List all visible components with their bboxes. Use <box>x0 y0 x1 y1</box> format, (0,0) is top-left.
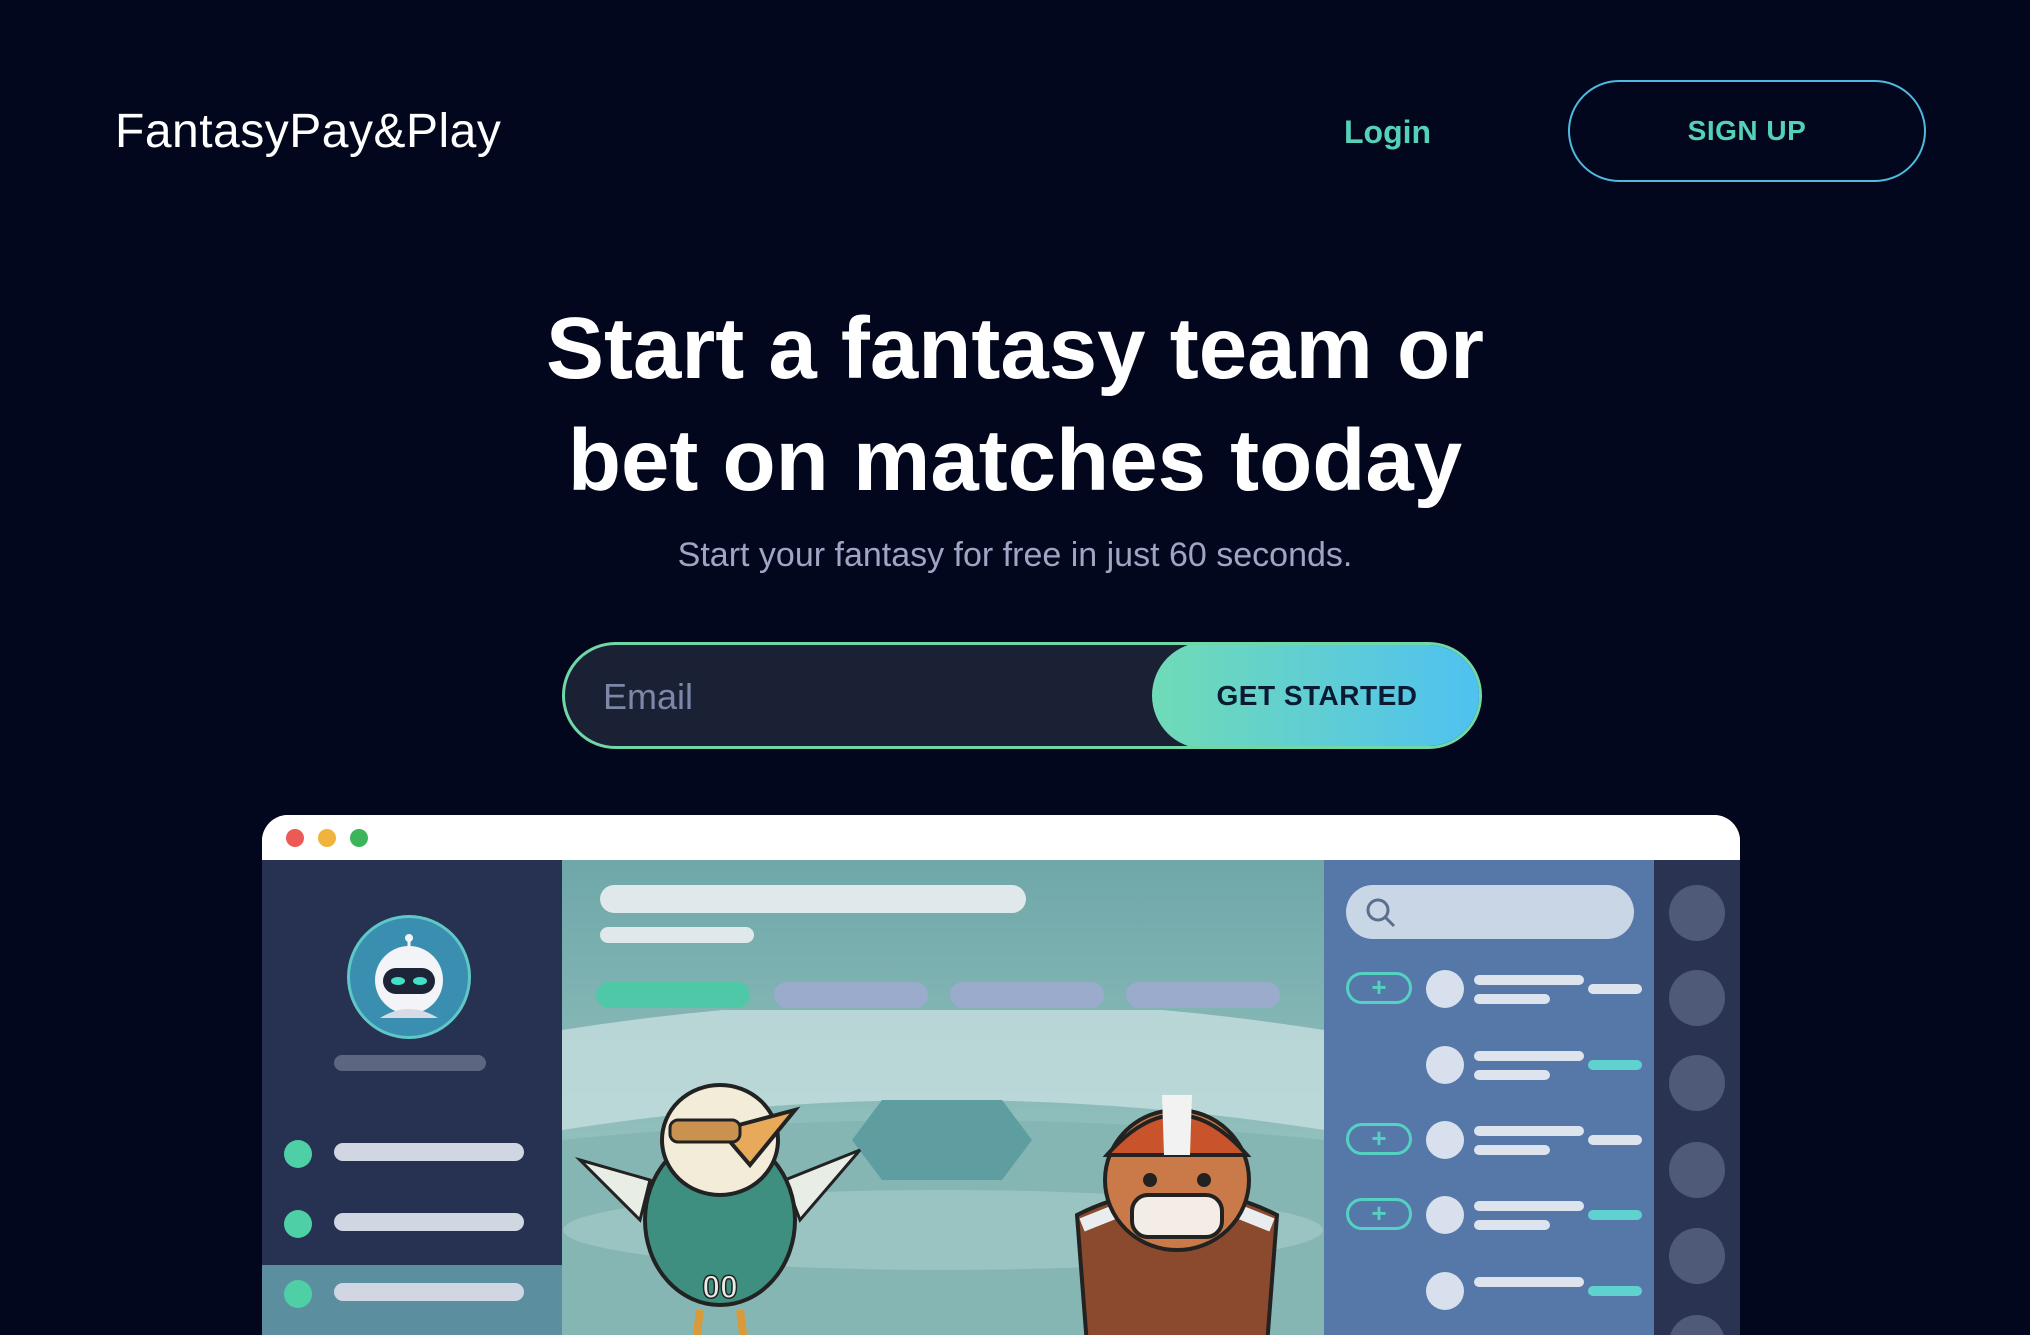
headline-line-2: bet on matches today <box>567 412 1463 509</box>
robot-avatar-icon <box>347 915 471 1039</box>
nav-dot-icon <box>284 1210 312 1238</box>
tab-placeholder <box>774 982 928 1008</box>
close-dot-icon <box>286 829 304 847</box>
row-text <box>1474 975 1584 985</box>
search-icon <box>1366 898 1396 928</box>
row-avatar <box>1426 1196 1464 1234</box>
row-text <box>1474 994 1550 1004</box>
preview-right-rail <box>1654 860 1740 1335</box>
preview-sidebar <box>262 860 562 1335</box>
brand-logo[interactable]: FantasyPay&Play <box>115 104 501 159</box>
hero-headline: Start a fantasy team or bet on matches t… <box>415 293 1615 517</box>
rail-icon <box>1669 885 1725 941</box>
minimize-dot-icon <box>318 829 336 847</box>
bulldog-mascot <box>1074 1095 1280 1335</box>
row-avatar <box>1426 1272 1464 1310</box>
window-titlebar <box>262 815 1740 860</box>
row-avatar <box>1426 1046 1464 1084</box>
plus-icon: + <box>1346 1123 1412 1155</box>
plus-icon: + <box>1346 1198 1412 1230</box>
hero-subheadline: Start your fantasy for free in just 60 s… <box>677 536 1353 574</box>
title-placeholder <box>600 885 1026 913</box>
preview-right-panel: + + + <box>1324 860 1654 1335</box>
row-text <box>1474 1126 1584 1136</box>
email-signup-form: GET STARTED <box>562 642 1482 749</box>
tab-placeholder <box>596 982 750 1008</box>
username-placeholder <box>334 1055 486 1071</box>
eagle-mascot: 00 <box>574 1083 862 1335</box>
nav-dot-icon <box>284 1280 312 1308</box>
signup-button[interactable]: SIGN UP <box>1568 80 1926 182</box>
nav-placeholder <box>334 1213 524 1231</box>
rail-icon <box>1669 1055 1725 1111</box>
row-text <box>1474 1201 1584 1211</box>
login-link[interactable]: Login <box>1344 114 1431 151</box>
row-value <box>1588 1210 1642 1220</box>
row-text <box>1474 1277 1584 1287</box>
row-text <box>1474 1070 1550 1080</box>
row-text <box>1474 1051 1584 1061</box>
nav-dot-icon <box>284 1140 312 1168</box>
row-avatar <box>1426 1121 1464 1159</box>
rail-icon <box>1669 1142 1725 1198</box>
nav-placeholder <box>334 1143 524 1161</box>
tab-placeholder <box>1126 982 1280 1008</box>
row-text <box>1474 1220 1550 1230</box>
maximize-dot-icon <box>350 829 368 847</box>
headline-line-1: Start a fantasy team or <box>545 300 1484 397</box>
nav-placeholder <box>334 1283 524 1301</box>
subtitle-placeholder <box>600 927 754 943</box>
plus-icon: + <box>1346 972 1412 1004</box>
app-preview: 00 + + + <box>262 815 1740 1335</box>
rail-icon <box>1669 970 1725 1026</box>
row-avatar <box>1426 970 1464 1008</box>
row-value <box>1588 984 1642 994</box>
row-text <box>1474 1145 1550 1155</box>
tab-placeholder <box>950 982 1104 1008</box>
row-value <box>1588 1060 1642 1070</box>
preview-main: 00 <box>562 860 1324 1335</box>
row-value <box>1588 1286 1642 1296</box>
email-input[interactable] <box>601 645 1185 746</box>
rail-icon <box>1669 1228 1725 1284</box>
jersey-number: 00 <box>702 1269 738 1305</box>
get-started-button[interactable]: GET STARTED <box>1152 645 1479 746</box>
get-started-label: GET STARTED <box>1216 679 1418 711</box>
signup-label: SIGN UP <box>1687 115 1807 146</box>
rail-icon <box>1669 1315 1725 1335</box>
row-value <box>1588 1135 1642 1145</box>
